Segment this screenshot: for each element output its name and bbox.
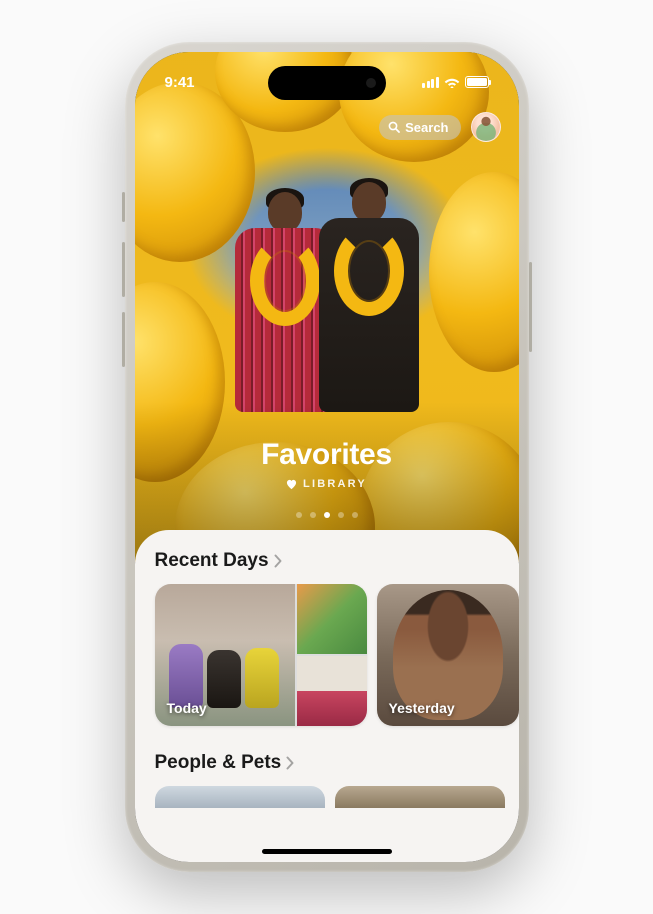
screen: 9:41 Search <box>135 52 519 862</box>
page-indicator[interactable] <box>135 512 519 518</box>
heart-icon <box>286 479 297 490</box>
chevron-right-icon <box>285 756 295 770</box>
wifi-icon <box>444 76 460 88</box>
hero-featured-photo[interactable]: Search Favorites LIBRARY <box>135 52 519 562</box>
day-card-label: Yesterday <box>389 700 455 716</box>
people-pets-header[interactable]: People & Pets <box>135 748 519 786</box>
search-label: Search <box>405 120 448 135</box>
home-indicator[interactable] <box>262 849 392 854</box>
recent-days-scroll[interactable]: Today Yesterday <box>135 584 519 748</box>
status-time: 9:41 <box>165 68 195 91</box>
day-card-label: Today <box>167 700 207 716</box>
day-card-yesterday[interactable]: Yesterday <box>377 584 519 726</box>
dynamic-island <box>268 66 386 100</box>
search-icon <box>388 121 400 133</box>
chevron-right-icon <box>273 554 283 568</box>
people-pets-scroll[interactable] <box>135 786 519 808</box>
people-card[interactable] <box>155 786 325 808</box>
people-card[interactable] <box>335 786 505 808</box>
people-pets-title: People & Pets <box>155 752 282 774</box>
day-card-today[interactable]: Today <box>155 584 367 726</box>
battery-icon <box>465 76 489 88</box>
recent-days-title: Recent Days <box>155 550 269 572</box>
search-button[interactable]: Search <box>379 115 460 140</box>
phone-frame: 9:41 Search <box>125 42 529 872</box>
silent-switch <box>122 192 125 222</box>
content-sheet: Recent Days Today Yesterday People & Pet… <box>135 530 519 862</box>
cellular-signal-icon <box>422 77 439 88</box>
volume-up-button <box>122 242 125 297</box>
recent-days-header[interactable]: Recent Days <box>135 550 519 584</box>
power-button <box>529 262 532 352</box>
hero-title: Favorites <box>135 438 519 472</box>
hero-people <box>227 152 427 412</box>
profile-avatar[interactable] <box>471 112 501 142</box>
hero-subtitle: LIBRARY <box>303 478 367 490</box>
volume-down-button <box>122 312 125 367</box>
